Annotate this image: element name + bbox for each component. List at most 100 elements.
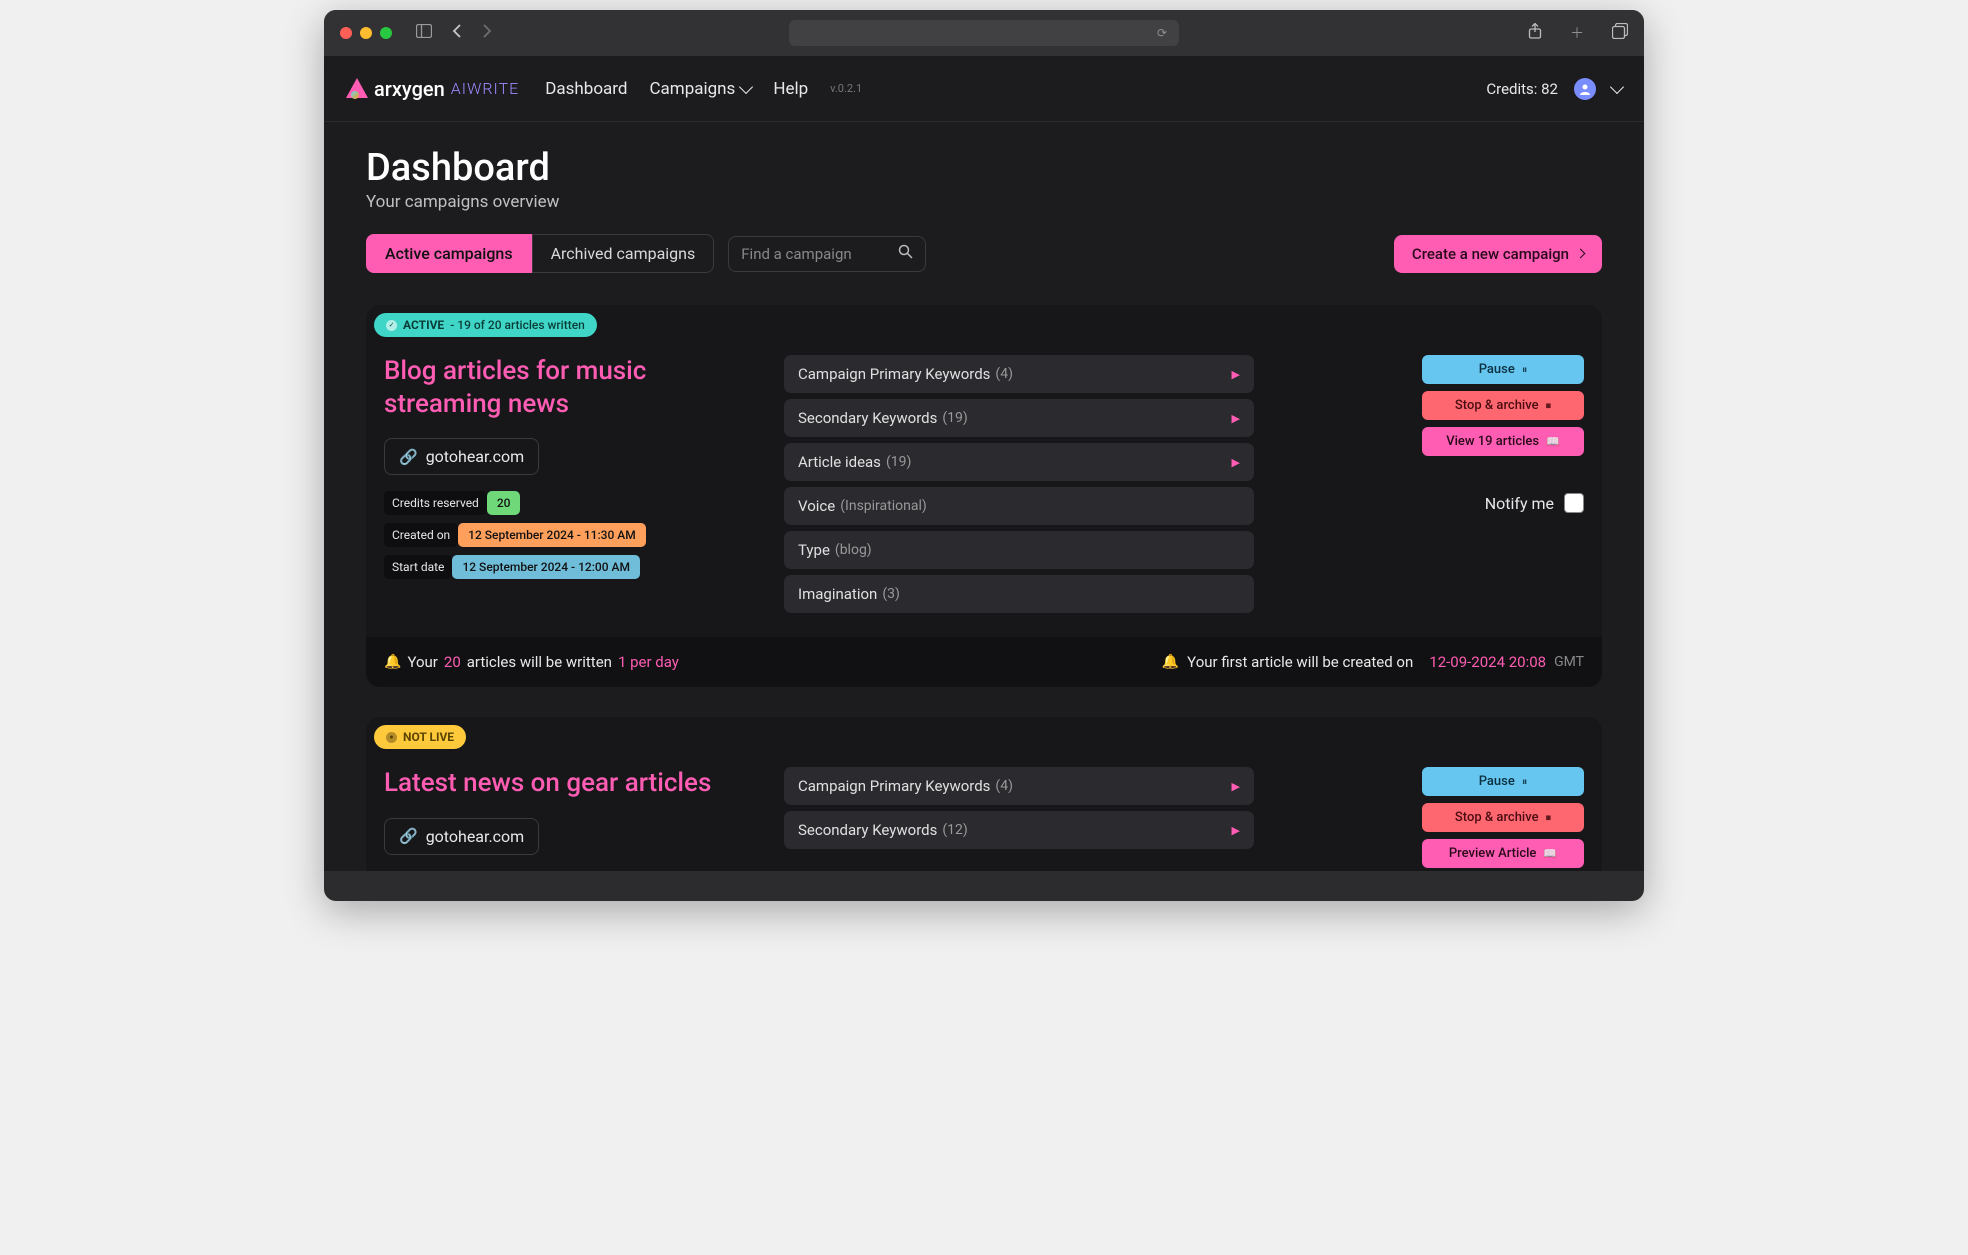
dot-icon: ● bbox=[386, 732, 397, 743]
controls-row: Active campaigns Archived campaigns Find… bbox=[366, 234, 1602, 273]
campaign-title[interactable]: Blog articles for music streaming news bbox=[384, 355, 764, 420]
acc-secondary-keywords[interactable]: Secondary Keywords (12) ▶ bbox=[784, 811, 1254, 849]
acc-count: (4) bbox=[995, 366, 1013, 382]
credits-label: Credits: 82 bbox=[1486, 80, 1558, 98]
stop-icon: ⏹ bbox=[1546, 811, 1552, 825]
sidebar-toggle-icon[interactable] bbox=[416, 24, 432, 42]
stop-archive-button[interactable]: Stop & archive ⏹ bbox=[1422, 391, 1584, 420]
acc-count: (blog) bbox=[835, 542, 872, 558]
maximize-window-button[interactable] bbox=[380, 27, 392, 39]
forward-icon[interactable] bbox=[482, 24, 492, 42]
footer-text: articles will be written bbox=[467, 653, 612, 671]
acc-primary-keywords[interactable]: Campaign Primary Keywords (4) ▶ bbox=[784, 767, 1254, 805]
acc-label: Voice bbox=[798, 497, 835, 515]
acc-count: (Inspirational) bbox=[840, 498, 927, 514]
status-pill-active: ✓ ACTIVE - 19 of 20 articles written bbox=[374, 313, 597, 337]
acc-count: (3) bbox=[882, 586, 900, 602]
create-campaign-button[interactable]: Create a new campaign bbox=[1394, 235, 1602, 273]
campaign-card: ● NOT LIVE Latest news on gear articles … bbox=[366, 717, 1602, 871]
acc-label: Campaign Primary Keywords bbox=[798, 777, 990, 795]
browser-window: ⟳ ＋ arxygen AIWRITE Dashboard Campaigns bbox=[324, 10, 1644, 901]
campaign-card: ✓ ACTIVE - 19 of 20 articles written Blo… bbox=[366, 305, 1602, 687]
nav-campaigns-label: Campaigns bbox=[649, 79, 735, 99]
acc-primary-keywords[interactable]: Campaign Primary Keywords (4) ▶ bbox=[784, 355, 1254, 393]
campaign-url-text: gotohear.com bbox=[426, 447, 525, 466]
logo-subtext: AIWRITE bbox=[451, 79, 519, 98]
search-icon bbox=[898, 244, 913, 263]
pause-icon: ⏸ bbox=[1522, 775, 1528, 789]
campaign-title[interactable]: Latest news on gear articles bbox=[384, 767, 764, 800]
logo-text: arxygen bbox=[374, 77, 445, 101]
preview-article-button[interactable]: Preview Article 📖 bbox=[1422, 839, 1584, 868]
close-window-button[interactable] bbox=[340, 27, 352, 39]
tabs-overview-icon[interactable] bbox=[1612, 23, 1628, 43]
footer-count: 20 bbox=[444, 653, 461, 671]
campaign-url[interactable]: 🔗 gotohear.com bbox=[384, 818, 539, 855]
create-campaign-label: Create a new campaign bbox=[1412, 245, 1569, 263]
acc-secondary-keywords[interactable]: Secondary Keywords (19) ▶ bbox=[784, 399, 1254, 437]
search-placeholder: Find a campaign bbox=[741, 245, 898, 263]
notify-me-row: Notify me bbox=[1422, 493, 1584, 513]
link-icon: 🔗 bbox=[399, 827, 418, 845]
bell-icon: 🔔 bbox=[384, 654, 401, 670]
back-icon[interactable] bbox=[452, 24, 462, 42]
avatar[interactable] bbox=[1574, 78, 1596, 100]
footer-text: Your bbox=[407, 653, 437, 671]
traffic-lights bbox=[340, 27, 392, 39]
campaign-url-text: gotohear.com bbox=[426, 827, 525, 846]
book-icon: 📖 bbox=[1546, 435, 1560, 448]
reload-icon[interactable]: ⟳ bbox=[1157, 26, 1167, 40]
tab-archived-campaigns[interactable]: Archived campaigns bbox=[532, 234, 715, 273]
credits-reserved-value: 20 bbox=[487, 491, 521, 515]
pause-icon: ⏸ bbox=[1522, 363, 1528, 377]
created-on-value: 12 September 2024 - 11:30 AM bbox=[458, 523, 646, 547]
pause-button[interactable]: Pause ⏸ bbox=[1422, 767, 1584, 796]
acc-count: (4) bbox=[995, 778, 1013, 794]
stop-icon: ⏹ bbox=[1546, 399, 1552, 413]
search-campaign-input[interactable]: Find a campaign bbox=[728, 236, 926, 272]
book-icon: 📖 bbox=[1543, 847, 1557, 860]
acc-label: Secondary Keywords bbox=[798, 409, 937, 427]
bell-icon: 🔔 bbox=[1162, 654, 1179, 670]
nav-help[interactable]: Help bbox=[773, 79, 808, 99]
triangle-right-icon: ▶ bbox=[1232, 456, 1240, 469]
stop-label: Stop & archive bbox=[1455, 398, 1539, 413]
acc-label: Article ideas bbox=[798, 453, 881, 471]
acc-imagination[interactable]: Imagination (3) bbox=[784, 575, 1254, 613]
url-bar[interactable]: ⟳ bbox=[789, 20, 1179, 46]
acc-count: (12) bbox=[942, 822, 967, 838]
tab-active-campaigns[interactable]: Active campaigns bbox=[366, 234, 532, 273]
status-pill-notlive: ● NOT LIVE bbox=[374, 725, 466, 749]
acc-article-ideas[interactable]: Article ideas (19) ▶ bbox=[784, 443, 1254, 481]
pause-button[interactable]: Pause ⏸ bbox=[1422, 355, 1584, 384]
created-on-label: Created on bbox=[384, 523, 458, 547]
version-label: v.0.2.1 bbox=[830, 82, 862, 95]
minimize-window-button[interactable] bbox=[360, 27, 372, 39]
pause-label: Pause bbox=[1479, 774, 1515, 789]
acc-type[interactable]: Type (blog) bbox=[784, 531, 1254, 569]
footer-rate: 1 per day bbox=[618, 653, 679, 671]
campaign-url[interactable]: 🔗 gotohear.com bbox=[384, 438, 539, 475]
nav-campaigns[interactable]: Campaigns bbox=[649, 79, 751, 99]
notify-label: Notify me bbox=[1485, 494, 1554, 513]
logo[interactable]: arxygen AIWRITE bbox=[346, 77, 519, 101]
nav-dashboard[interactable]: Dashboard bbox=[545, 79, 627, 99]
page-title: Dashboard bbox=[366, 146, 1602, 190]
triangle-right-icon: ▶ bbox=[1232, 824, 1240, 837]
preview-label: Preview Article bbox=[1449, 846, 1537, 861]
acc-label: Imagination bbox=[798, 585, 877, 603]
notify-checkbox[interactable] bbox=[1564, 493, 1584, 513]
triangle-right-icon: ▶ bbox=[1232, 780, 1240, 793]
footer-tz: GMT bbox=[1554, 654, 1584, 670]
new-tab-icon[interactable]: ＋ bbox=[1570, 23, 1584, 43]
chevron-right-icon bbox=[1576, 249, 1586, 259]
status-label: ACTIVE bbox=[403, 318, 444, 332]
share-icon[interactable] bbox=[1528, 23, 1542, 43]
stop-archive-button[interactable]: Stop & archive ⏹ bbox=[1422, 803, 1584, 832]
triangle-right-icon: ▶ bbox=[1232, 368, 1240, 381]
acc-label: Campaign Primary Keywords bbox=[798, 365, 990, 383]
account-menu-chevron-icon[interactable] bbox=[1610, 80, 1624, 94]
view-articles-button[interactable]: View 19 articles 📖 bbox=[1422, 427, 1584, 456]
app-root: arxygen AIWRITE Dashboard Campaigns Help… bbox=[324, 56, 1644, 871]
acc-voice[interactable]: Voice (Inspirational) bbox=[784, 487, 1254, 525]
